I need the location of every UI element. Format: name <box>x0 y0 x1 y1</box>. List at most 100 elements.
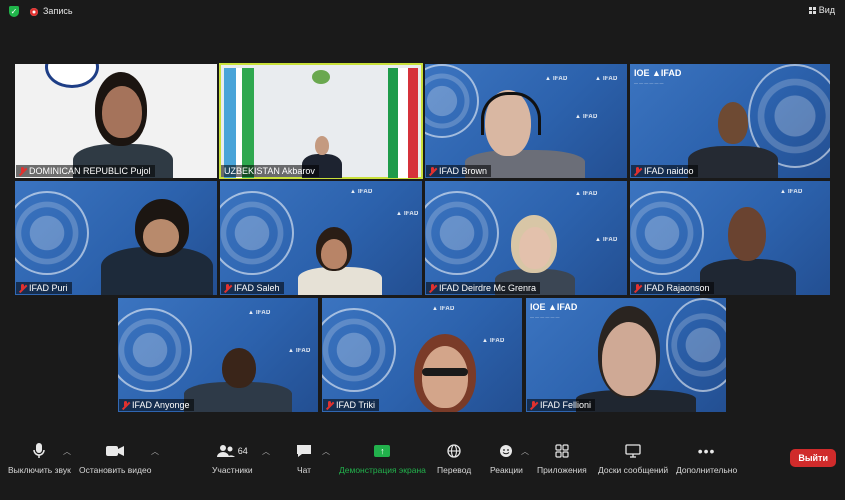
whiteboard-icon <box>625 442 641 460</box>
participant-name: IFAD Deirdre Mc Grenra <box>439 283 537 293</box>
chat-options-caret-icon[interactable]: ︿ <box>322 446 330 457</box>
ifad-logo-icon: ▲ IFAD <box>350 189 373 195</box>
mute-label: Выключить звук <box>8 465 71 475</box>
recording-icon <box>30 8 38 16</box>
video-tile[interactable]: IOE ▲IFAD — — — — — — IFAD naidoo <box>630 64 830 178</box>
ifad-logo-icon: ▲ IFAD <box>248 310 271 316</box>
participants-count: 64 <box>237 446 248 456</box>
participant-nameplate: IFAD Anyonge <box>119 399 194 411</box>
ifad-logo-icon: ▲ IFAD <box>288 348 311 354</box>
share-screen-icon: ↑ <box>374 442 391 460</box>
meeting-toolbar: Выключить звук ︿ Остановить видео ︿ 64 У… <box>0 436 845 500</box>
mic-muted-icon <box>634 166 641 176</box>
more-button[interactable]: ••• Дополнительно <box>676 442 737 475</box>
recording-label: Запись <box>43 6 73 16</box>
participant-name: IFAD Puri <box>29 283 68 293</box>
participants-icon: 64 <box>216 442 248 460</box>
participant-name: IFAD Anyonge <box>132 400 190 410</box>
reactions-button[interactable]: Реакции <box>490 442 523 475</box>
participant-name: IFAD Fellioni <box>540 400 592 410</box>
ioe-subtitle-decoration: — — — — — — <box>530 314 560 319</box>
ioe-logo-icon: IOE ▲IFAD <box>530 302 578 312</box>
view-button[interactable]: Вид <box>808 5 835 15</box>
video-label: Остановить видео <box>79 465 152 475</box>
audio-options-caret-icon[interactable]: ︿ <box>63 446 71 457</box>
participant-name: DOMINICAN REPUBLIC Pujol <box>29 166 151 176</box>
ifad-logo-icon: ▲ IFAD <box>482 338 505 344</box>
ifad-logo-icon: ▲ IFAD <box>432 306 455 312</box>
top-bar: ✓ Запись Вид <box>0 0 845 24</box>
un-emblem-icon <box>425 191 499 275</box>
video-tile[interactable]: IFAD Puri <box>15 181 217 295</box>
un-emblem-icon <box>15 191 89 275</box>
ifad-logo-icon: ▲ IFAD <box>595 237 618 243</box>
un-emblem-icon <box>118 308 192 392</box>
un-emblem-icon <box>425 64 479 138</box>
video-tile[interactable]: ▲ IFAD ▲ IFAD IFAD Saleh <box>220 181 422 295</box>
un-emblem-icon <box>666 298 726 392</box>
participant-nameplate: IFAD Deirdre Mc Grenra <box>426 282 541 294</box>
chat-icon <box>296 442 312 460</box>
ifad-logo-icon: ▲ IFAD <box>575 191 598 197</box>
ifad-logo-icon: ▲ IFAD <box>595 76 618 82</box>
participant-nameplate: IFAD Rajaonson <box>631 282 714 294</box>
video-camera-icon <box>106 442 125 460</box>
mic-muted-icon <box>634 283 641 293</box>
video-tile[interactable]: ▲ IFAD ▲ IFAD IFAD Deirdre Mc Grenra <box>425 181 627 295</box>
chat-label: Чат <box>296 465 312 475</box>
participant-nameplate: IFAD Triki <box>323 399 380 411</box>
video-tile[interactable]: ▲ IFAD IFAD Rajaonson <box>630 181 830 295</box>
un-emblem-icon <box>220 191 294 275</box>
more-dots-icon: ••• <box>697 443 716 459</box>
mute-button[interactable]: Выключить звук <box>8 442 71 475</box>
apps-button[interactable]: Приложения <box>537 442 587 475</box>
video-tile[interactable]: ▲ IFAD ▲ IFAD IFAD Triki <box>322 298 522 412</box>
mic-muted-icon <box>429 283 436 293</box>
ifad-logo-icon: ▲ IFAD <box>545 76 568 82</box>
security-shield-icon[interactable]: ✓ <box>9 6 19 17</box>
dominican-seal-icon <box>45 64 99 88</box>
participant-nameplate: IFAD Fellioni <box>527 399 596 411</box>
leave-button[interactable]: Выйти <box>790 449 836 467</box>
translate-label: Перевод <box>437 465 472 475</box>
video-options-caret-icon[interactable]: ︿ <box>151 446 159 457</box>
mic-muted-icon <box>224 283 231 293</box>
ifad-logo-icon: ▲ IFAD <box>396 211 419 217</box>
view-label: Вид <box>818 5 835 15</box>
participant-name: IFAD Brown <box>439 166 488 176</box>
ifad-logo-icon: ▲ IFAD <box>780 189 803 195</box>
whiteboards-button[interactable]: Доски сообщений <box>598 442 668 475</box>
video-tile-active-speaker[interactable]: UZBEKISTAN Akbarov <box>219 63 423 179</box>
video-tile[interactable]: IOE ▲IFAD — — — — — — IFAD Fellioni <box>526 298 726 412</box>
share-label: Демонстрация экрана <box>339 465 426 475</box>
ioe-logo-icon: IOE ▲IFAD <box>634 68 682 78</box>
translate-button[interactable]: Перевод <box>437 442 471 475</box>
share-screen-button[interactable]: ↑ Демонстрация экрана <box>339 442 426 475</box>
smiley-icon <box>499 442 513 460</box>
more-label: Дополнительно <box>676 465 738 475</box>
participants-options-caret-icon[interactable]: ︿ <box>262 446 270 457</box>
stop-video-button[interactable]: Остановить видео <box>79 442 151 475</box>
participant-name: IFAD Rajaonson <box>644 283 710 293</box>
participants-label: Участники <box>212 465 253 475</box>
mic-muted-icon <box>429 166 436 176</box>
participant-name: IFAD naidoo <box>644 166 694 176</box>
reactions-label: Реакции <box>490 465 523 475</box>
mic-muted-icon <box>326 400 333 410</box>
ioe-subtitle-decoration: — — — — — — <box>634 80 664 85</box>
uzbekistan-flag-icon <box>224 68 254 178</box>
video-tile[interactable]: DOMINICAN REPUBLIC Pujol <box>15 64 217 178</box>
participant-name: IFAD Triki <box>336 400 376 410</box>
video-tile[interactable]: ▲ IFAD ▲ IFAD ▲ IFAD IFAD Brown <box>425 64 627 178</box>
reactions-options-caret-icon[interactable]: ︿ <box>521 446 529 457</box>
participant-nameplate: IFAD Brown <box>426 165 492 177</box>
participant-name: IFAD Saleh <box>234 283 280 293</box>
mic-muted-icon <box>19 166 26 176</box>
participant-nameplate: UZBEKISTAN Akbarov <box>221 165 319 177</box>
video-tile[interactable]: ▲ IFAD ▲ IFAD IFAD Anyonge <box>118 298 318 412</box>
un-emblem-icon <box>630 191 704 275</box>
participants-button[interactable]: 64 Участники <box>212 442 253 475</box>
participant-nameplate: DOMINICAN REPUBLIC Pujol <box>16 165 155 177</box>
italy-flag-icon <box>388 68 418 178</box>
chat-button[interactable]: Чат <box>296 442 312 475</box>
